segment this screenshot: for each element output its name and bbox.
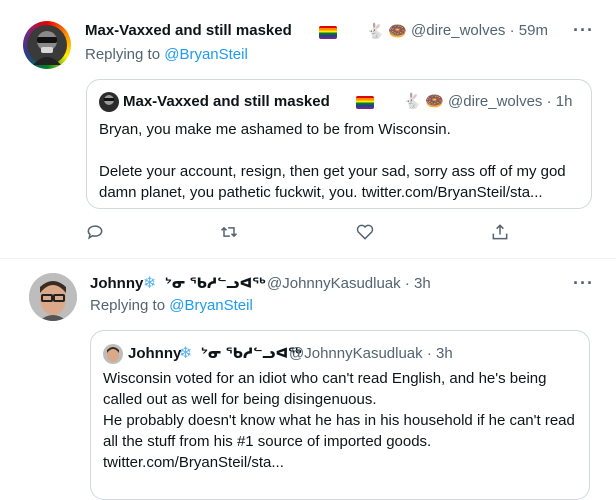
replying-to-label: Replying to bbox=[90, 297, 170, 314]
handle[interactable]: @JohnnyKasudluak bbox=[267, 275, 401, 292]
timestamp[interactable]: 59m bbox=[519, 22, 548, 39]
reply-icon[interactable] bbox=[85, 222, 105, 242]
quoted-snowflake-icon: ❄ bbox=[179, 345, 193, 362]
quoted-display-name: Max-Vaxxed and still masked bbox=[123, 93, 330, 110]
quoted-text-line-3: He probably doesn't know what he has in … bbox=[103, 412, 575, 429]
quoted-handle: @dire_wolves bbox=[448, 93, 543, 110]
quoted-text-line-4: all the stuff from his #1 source of impo… bbox=[103, 433, 432, 450]
separator: · bbox=[509, 22, 515, 39]
quoted-text-line-2: called out as well for being disingenuou… bbox=[103, 391, 377, 408]
quoted-display-name: Johnny bbox=[128, 345, 182, 362]
display-name[interactable]: Max-Vaxxed and still masked bbox=[85, 22, 292, 39]
quoted-donut-icon: 🍩 bbox=[425, 92, 444, 110]
donut-icon: 🍩 bbox=[388, 22, 407, 40]
replying-to-link[interactable]: @BryanSteil bbox=[164, 46, 248, 63]
timestamp[interactable]: 3h bbox=[414, 275, 431, 292]
avatar-max[interactable] bbox=[23, 21, 71, 69]
quoted-text-line-1: Wisconsin voted for an idiot who can't r… bbox=[103, 370, 547, 387]
avatar-johnny[interactable] bbox=[29, 273, 77, 321]
share-icon[interactable] bbox=[490, 222, 510, 242]
replying-to-link[interactable]: @BryanSteil bbox=[169, 297, 253, 314]
handle[interactable]: @dire_wolves bbox=[411, 22, 505, 39]
quoted-avatar bbox=[103, 344, 123, 364]
snowflake-icon: ❄ bbox=[143, 275, 157, 292]
tweet-1[interactable]: Max-Vaxxed and still masked 🐇 🍩 @dire_wo… bbox=[0, 0, 616, 258]
quoted-rainbow-flag-icon bbox=[356, 96, 374, 109]
quoted-handle: @JohnnyKasudluak bbox=[289, 345, 423, 362]
more-options-icon[interactable]: ··· bbox=[573, 273, 594, 294]
replying-to-label: Replying to bbox=[85, 46, 165, 63]
quoted-timestamp: 3h bbox=[436, 345, 453, 362]
quoted-timestamp: 1h bbox=[555, 93, 573, 110]
quoted-tweet-card[interactable]: Max-Vaxxed and still masked 🐇 🍩 @dire_wo… bbox=[86, 79, 592, 209]
quoted-text-line-3: damn planet, you pathetic fuckwit, you. … bbox=[99, 184, 543, 201]
quoted-tweet-card[interactable]: Johnny ❄ ᔾᓂ ᖃᓱᓪᓗᐊᖅ @JohnnyKasudluak · 3h… bbox=[90, 330, 590, 500]
rabbit-icon: 🐇 bbox=[366, 22, 385, 40]
quoted-text-line-2: Delete your account, resign, then get yo… bbox=[99, 163, 566, 180]
separator: · bbox=[426, 345, 432, 362]
quoted-text-line-5: twitter.com/BryanSteil/sta... bbox=[103, 454, 284, 471]
quoted-text-line-1: Bryan, you make me ashamed to be from Wi… bbox=[99, 121, 451, 138]
quoted-avatar bbox=[99, 92, 119, 112]
syllabics-name: ᔾᓂ ᖃᓱᓪᓗᐊᖅ bbox=[165, 275, 266, 291]
separator: · bbox=[404, 275, 410, 292]
rainbow-flag-icon bbox=[319, 26, 337, 39]
display-name[interactable]: Johnny bbox=[90, 275, 143, 292]
retweet-icon[interactable] bbox=[219, 222, 239, 242]
more-options-icon[interactable]: ··· bbox=[573, 20, 594, 41]
quoted-rabbit-icon: 🐇 bbox=[403, 92, 422, 110]
separator: · bbox=[546, 93, 552, 110]
quoted-syllabics-name: ᔾᓂ ᖃᓱᓪᓗᐊᖅ bbox=[201, 345, 302, 361]
tweet-2[interactable]: Johnny ❄ ᔾᓂ ᖃᓱᓪᓗᐊᖅ @JohnnyKasudluak · 3h… bbox=[0, 259, 616, 500]
like-icon[interactable] bbox=[355, 222, 375, 242]
